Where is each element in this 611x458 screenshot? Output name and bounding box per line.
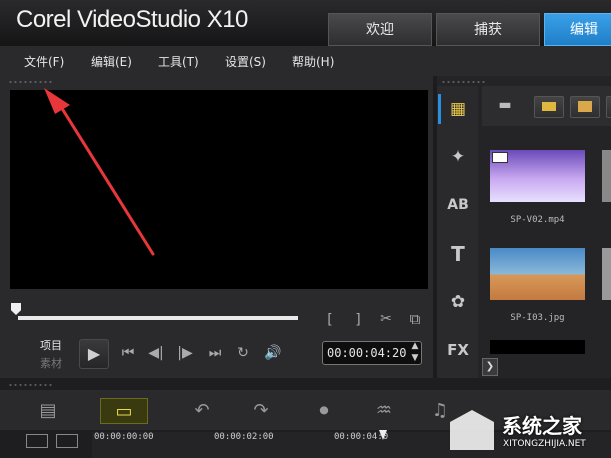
scrubber-track[interactable] — [18, 316, 298, 320]
watermark-text: 系统之家 — [502, 414, 582, 438]
menu-file[interactable]: 文件(F) — [24, 53, 64, 70]
library-sidebar — [437, 86, 478, 378]
mode-clip[interactable]: 素材 — [40, 355, 62, 371]
graphic-icon[interactable]: ✿ — [442, 288, 474, 316]
panel-grip[interactable] — [8, 80, 54, 84]
thumbnail-partial[interactable] — [602, 150, 611, 202]
storyboard-view-icon[interactable]: ▤ — [30, 398, 66, 424]
thumbnail-partial[interactable] — [602, 248, 611, 300]
instant-project-icon[interactable]: ✦ — [442, 143, 474, 171]
preview-window — [10, 90, 428, 289]
transition-icon[interactable]: AB — [442, 191, 474, 219]
mode-project[interactable]: 项目 — [40, 337, 62, 353]
title-icon[interactable]: T — [442, 240, 474, 268]
enlarge-icon[interactable]: ⧉ — [405, 310, 425, 328]
mark-out-icon[interactable]: ] — [350, 312, 366, 328]
menu-settings[interactable]: 设置(S) — [225, 53, 266, 70]
menu-edit[interactable]: 编辑(E) — [91, 53, 132, 70]
fx-filter-icon[interactable]: FX — [442, 336, 474, 364]
show-photo-button[interactable] — [570, 96, 600, 118]
undo-icon[interactable]: ↶ — [184, 398, 220, 424]
menu-tools[interactable]: 工具(T) — [158, 53, 199, 70]
chapter-point-icon[interactable] — [56, 434, 78, 448]
end-icon[interactable]: ⏭ — [205, 345, 225, 361]
mark-in-icon[interactable]: [ — [322, 312, 338, 328]
home-icon[interactable]: ⏮ — [118, 345, 138, 361]
ruler-tick: 00:00:00:00 — [94, 432, 154, 442]
thumbnail-partial[interactable] — [490, 340, 585, 354]
library-item-name: SP-I03.jpg — [510, 313, 565, 323]
tab-welcome[interactable]: 欢迎 — [328, 13, 432, 46]
scroll-right-button[interactable]: ❯ — [482, 358, 498, 376]
thumbnail-video[interactable] — [490, 150, 585, 202]
previous-frame-icon[interactable]: ◀| — [146, 345, 166, 361]
audio-mixer-icon[interactable]: ♒ — [366, 398, 402, 424]
play-button[interactable]: ▶ — [79, 339, 109, 369]
timeline-view-icon[interactable]: ▭ — [100, 398, 148, 424]
library-grip[interactable] — [441, 80, 487, 84]
ruler-tick: 00:00:04:0 — [334, 432, 389, 442]
menu-help[interactable]: 帮助(H) — [292, 53, 334, 70]
repeat-icon[interactable]: ↻ — [233, 345, 253, 361]
tab-edit[interactable]: 编辑 — [544, 13, 611, 46]
next-frame-icon[interactable]: |▶ — [175, 345, 195, 361]
tab-capture[interactable]: 捕获 — [436, 13, 540, 46]
folder-icon[interactable]: ▬ — [494, 97, 516, 113]
timecode-stepper-icon[interactable]: ▲ ▼ — [409, 340, 421, 364]
record-capture-icon[interactable]: ⏺ — [306, 398, 342, 424]
split-clip-icon[interactable]: ✂ — [377, 311, 395, 327]
ruler-tick: 00:00:02:00 — [214, 432, 274, 442]
track-manager-icon[interactable] — [26, 434, 48, 448]
auto-music-icon[interactable]: ♫ — [422, 398, 458, 424]
library-item-name: SP-V02.mp4 — [510, 215, 565, 225]
redo-icon[interactable]: ↷ — [243, 398, 279, 424]
media-icon[interactable]: ▦ — [442, 95, 474, 123]
show-video-button[interactable] — [534, 96, 564, 118]
timecode-display[interactable]: 00:00:04:20 — [322, 341, 422, 365]
app-title: Corel VideoStudio X10 — [16, 6, 248, 33]
watermark-url: XITONGZHIJIA.NET — [503, 439, 586, 449]
thumbnail-photo[interactable] — [490, 248, 585, 300]
volume-icon[interactable]: 🔊 — [262, 345, 284, 361]
active-indicator — [438, 94, 441, 124]
video-badge-icon — [492, 152, 508, 163]
show-audio-button[interactable] — [606, 96, 611, 118]
timeline-grip[interactable] — [8, 383, 54, 387]
